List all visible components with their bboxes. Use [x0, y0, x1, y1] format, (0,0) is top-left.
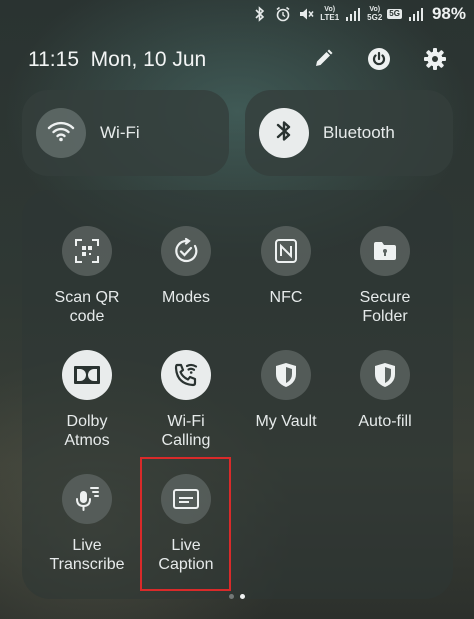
tile-label: Modes — [161, 289, 211, 306]
tile-label: Secure — [359, 289, 411, 306]
nfc-icon — [261, 226, 311, 276]
page-dot[interactable] — [229, 594, 234, 599]
signal-sim2-icon — [407, 5, 425, 23]
qr-scan-icon — [62, 226, 112, 276]
tile-secure-folder[interactable]: Secure Folder — [335, 226, 435, 336]
time-date: 11:15 Mon, 10 Jun — [28, 48, 207, 71]
secure-folder-icon — [360, 226, 410, 276]
page-indicator — [229, 594, 245, 599]
tile-scan-qr[interactable]: Scan QR code — [37, 226, 137, 336]
tile-label: Live — [72, 537, 102, 554]
wifi-calling-icon — [161, 350, 211, 400]
tile-dolby-atmos[interactable]: Dolby Atmos — [37, 350, 137, 460]
tile-nfc[interactable]: NFC — [236, 226, 336, 336]
tile-auto-fill[interactable]: Auto-fill — [335, 350, 435, 460]
gear-icon — [423, 47, 447, 76]
settings-button[interactable] — [420, 46, 450, 76]
5g-badge: 5G — [387, 9, 402, 19]
tile-modes[interactable]: Modes — [136, 226, 236, 336]
network-sim1: Vo) LTE1 — [320, 6, 340, 22]
transcribe-icon — [62, 474, 112, 524]
alarm-icon — [274, 5, 292, 23]
bluetooth-status-icon — [251, 5, 269, 23]
shield-icon — [360, 350, 410, 400]
tile-label: Transcribe — [49, 556, 125, 573]
wifi-icon — [47, 120, 75, 147]
pencil-icon — [312, 48, 334, 75]
highlight-box — [140, 457, 231, 591]
tile-label: NFC — [269, 289, 303, 306]
network-sim2: Vo) 5G2 — [367, 6, 383, 22]
mute-icon — [297, 5, 315, 23]
tile-my-vault[interactable]: My Vault — [236, 350, 336, 460]
modes-icon — [161, 226, 211, 276]
tile-label: Calling — [161, 432, 211, 449]
bluetooth-toggle[interactable]: Bluetooth — [245, 90, 453, 176]
page-dot-active[interactable] — [240, 594, 245, 599]
wifi-label: Wi-Fi — [100, 123, 140, 142]
edit-button[interactable] — [308, 46, 338, 76]
tile-label: Folder — [362, 308, 408, 325]
tile-label: Wi-Fi — [167, 413, 205, 430]
bluetooth-toggle-circle — [259, 108, 309, 158]
shield-icon — [261, 350, 311, 400]
tile-label: Atmos — [64, 432, 110, 449]
tile-label: My Vault — [255, 413, 317, 430]
power-icon — [367, 47, 391, 76]
status-bar: Vo) LTE1 Vo) 5G2 5G 98% — [251, 2, 466, 26]
tile-label: code — [69, 308, 105, 325]
tile-label: Scan QR — [54, 289, 120, 306]
tile-label: Dolby — [66, 413, 108, 430]
tile-live-transcribe[interactable]: Live Transcribe — [37, 474, 137, 584]
tile-wifi-calling[interactable]: Wi-Fi Calling — [136, 350, 236, 460]
power-button[interactable] — [364, 46, 394, 76]
battery-level: 98% — [431, 4, 466, 23]
wifi-toggle[interactable]: Wi-Fi — [22, 90, 229, 176]
dolby-icon — [62, 350, 112, 400]
bluetooth-label: Bluetooth — [323, 123, 395, 142]
tile-label: Auto-fill — [358, 413, 412, 430]
wifi-toggle-circle — [36, 108, 86, 158]
panel-header: 11:15 Mon, 10 Jun — [28, 46, 450, 78]
bluetooth-icon — [275, 118, 293, 149]
signal-sim1-icon — [344, 5, 362, 23]
quick-settings-panel: Scan QR code Modes NFC Secure Folder Dol… — [22, 190, 453, 599]
